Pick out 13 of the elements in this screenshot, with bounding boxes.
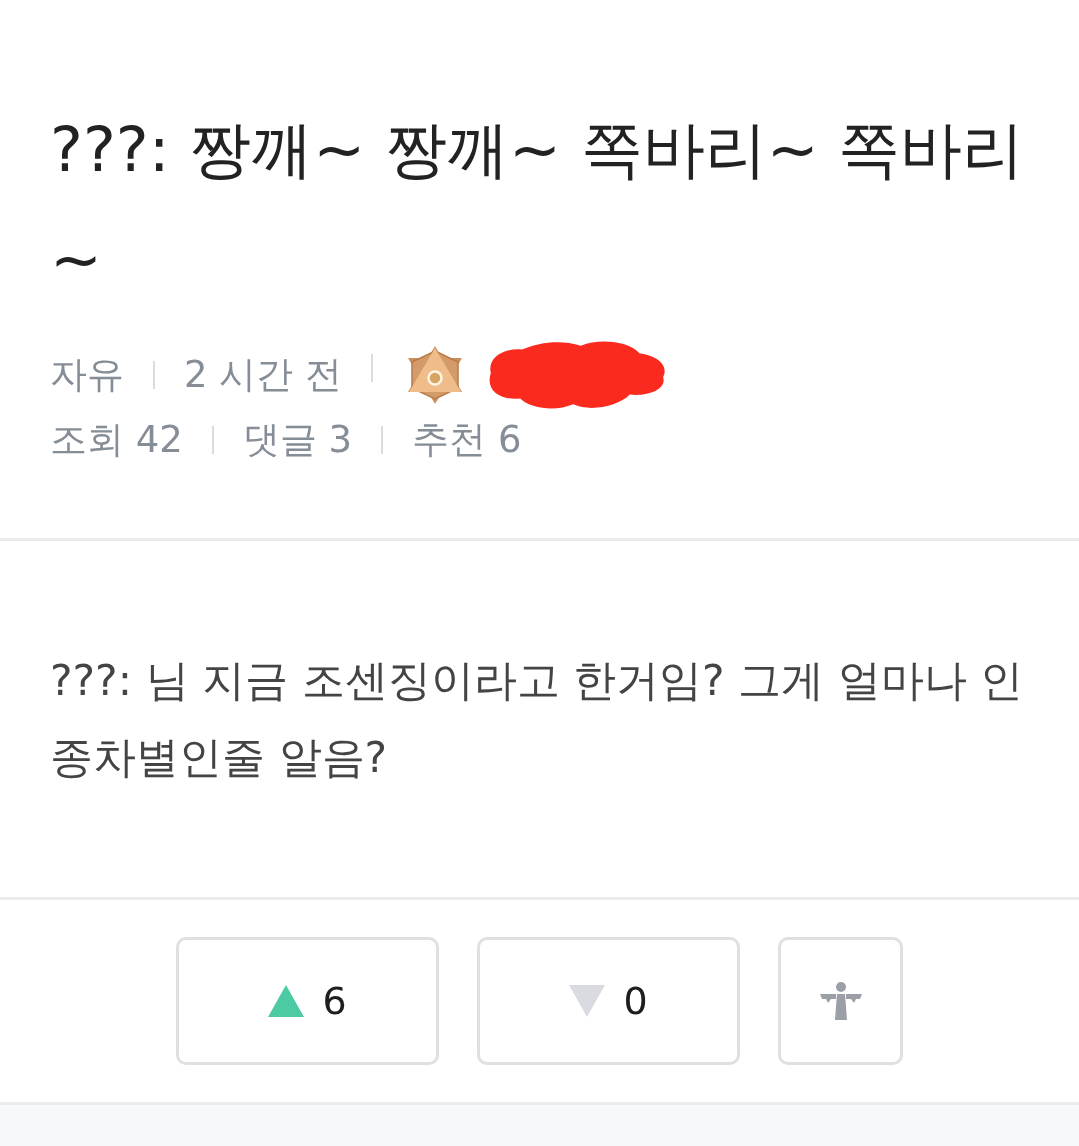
downvote-button[interactable]: 0 [477, 937, 740, 1065]
post-title: ???: 짱깨~ 짱깨~ 쪽바리~ 쪽바리~ [50, 112, 1026, 298]
stat-label: 조회 42 [50, 416, 183, 463]
post-body-text: ???: 님 지금 조센징이라고 한거임? 그게 얼마나 인종차별인줄 알음? [50, 655, 1025, 784]
time-label: 2 시간 전 [184, 351, 343, 398]
angel-icon [818, 981, 863, 1021]
category-label: 자유 [50, 351, 124, 398]
up-triangle-icon [268, 985, 305, 1017]
upvote-button[interactable]: 6 [176, 937, 439, 1065]
angel-button[interactable] [778, 937, 903, 1065]
stat-label: 댓글 3 [242, 416, 353, 463]
stat-label: 추천 6 [412, 416, 522, 463]
down-triangle-icon [569, 985, 606, 1017]
